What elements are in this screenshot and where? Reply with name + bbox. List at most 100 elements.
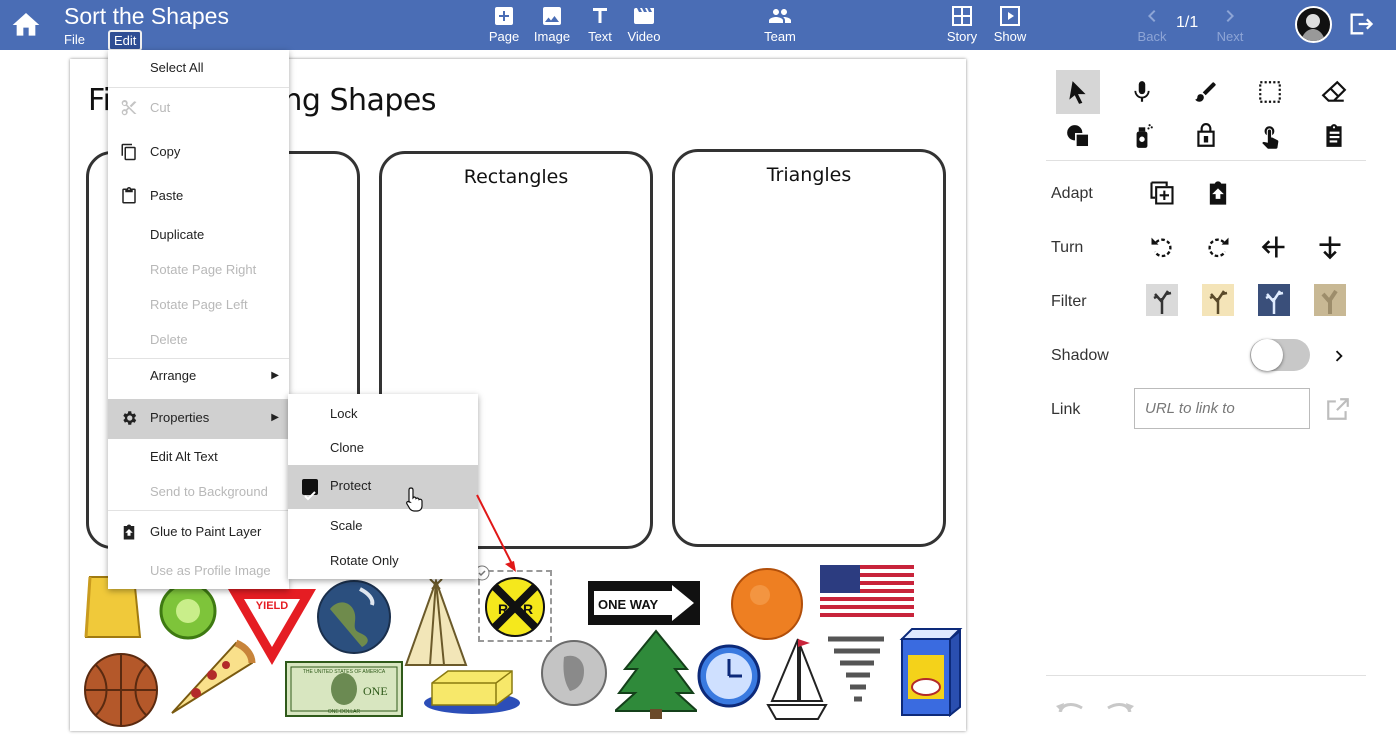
tool-fill[interactable] (1184, 114, 1228, 158)
submenu-scale[interactable]: Scale (288, 506, 478, 546)
avatar[interactable] (1295, 6, 1332, 43)
menu-rotate-page-left[interactable]: Rotate Page Left (108, 287, 289, 323)
menu-cut[interactable]: Cut (108, 90, 289, 126)
shadow-label: Shadow (1051, 347, 1109, 364)
pine-tree-image[interactable] (615, 629, 697, 721)
tornado-image[interactable] (824, 631, 888, 715)
add-copy-icon[interactable] (1148, 179, 1176, 207)
tool-clipboard[interactable] (1312, 114, 1356, 158)
butter-image[interactable] (422, 665, 522, 715)
undo-icon[interactable] (1056, 698, 1086, 712)
cereal-box-image[interactable] (896, 625, 964, 719)
show-button[interactable]: Show (992, 4, 1028, 44)
team-button[interactable]: Team (762, 4, 798, 44)
chevron-right-icon[interactable] (1328, 345, 1348, 365)
add-text-button[interactable]: Text (584, 4, 616, 44)
submenu-rotate-only-label: Rotate Only (330, 553, 399, 568)
menu-use-as-profile-image[interactable]: Use as Profile Image (108, 553, 289, 589)
edit-menu-button[interactable]: Edit (108, 30, 143, 51)
next-label: Next (1216, 29, 1244, 44)
us-flag-image[interactable] (820, 565, 914, 617)
hand-cursor-icon (406, 487, 423, 512)
submenu-protect[interactable]: Protect (288, 465, 478, 509)
menu-properties[interactable]: Properties ▶ (108, 399, 289, 439)
home-button[interactable] (10, 9, 42, 41)
document-title[interactable]: Sort the Shapes (64, 3, 229, 30)
glue-icon[interactable] (1204, 178, 1232, 208)
tool-marquee[interactable] (1248, 70, 1292, 114)
link-label: Link (1051, 401, 1081, 418)
menu-edit-alt-text-label: Edit Alt Text (150, 449, 218, 464)
tool-touch[interactable] (1248, 114, 1292, 158)
rotate-left-icon[interactable] (1148, 233, 1176, 261)
railroad-crossing-sign-image[interactable]: RR (484, 576, 546, 638)
menu-duplicate[interactable]: Duplicate (108, 217, 289, 253)
open-link-icon[interactable] (1325, 396, 1351, 422)
submenu-clone[interactable]: Clone (288, 428, 478, 468)
add-image-button[interactable]: Image (532, 4, 572, 44)
exit-button[interactable] (1347, 9, 1375, 44)
file-menu[interactable]: File (64, 32, 85, 47)
tool-eraser[interactable] (1312, 70, 1356, 114)
tool-shapes[interactable] (1056, 114, 1100, 158)
link-url-input[interactable] (1134, 388, 1310, 429)
one-way-sign-image[interactable]: ONE WAY (588, 581, 700, 625)
menu-send-to-background[interactable]: Send to Background (108, 474, 289, 510)
menu-rotate-page-right-label: Rotate Page Right (150, 262, 257, 277)
submenu-protect-label: Protect (330, 478, 372, 493)
menu-divider (108, 87, 289, 88)
home-icon (12, 13, 40, 36)
menu-rotate-page-right[interactable]: Rotate Page Right (108, 252, 289, 288)
chevron-right-icon (1226, 10, 1234, 22)
menu-glue-to-paint-layer[interactable]: Glue to Paint Layer (108, 514, 289, 550)
add-page-button[interactable]: Page (488, 4, 520, 44)
glue-icon (123, 524, 135, 540)
marquee-select-icon (1259, 81, 1281, 103)
next-button[interactable]: Next (1212, 4, 1248, 44)
tool-select[interactable] (1056, 70, 1100, 114)
menu-paste[interactable]: Paste (108, 178, 289, 214)
add-video-button[interactable]: Video (626, 4, 662, 44)
clock-image[interactable] (696, 643, 762, 709)
clipboard-icon (1326, 124, 1342, 147)
protect-checkbox[interactable] (302, 479, 318, 501)
quarter-coin-image[interactable] (540, 639, 610, 709)
edit-dropdown-menu: Select All Cut Copy Paste Duplicate Rota… (108, 50, 289, 589)
video-icon (634, 8, 654, 24)
filter-label: Filter (1051, 293, 1087, 310)
sailboat-image[interactable] (766, 635, 828, 721)
teepee-image[interactable] (402, 577, 472, 671)
tool-paint[interactable] (1184, 70, 1228, 114)
pizza-slice-image[interactable] (166, 637, 256, 719)
rotate-right-icon[interactable] (1204, 233, 1232, 261)
tool-spray[interactable] (1120, 114, 1164, 158)
tool-record[interactable] (1120, 70, 1164, 114)
flip-horizontal-icon[interactable] (1260, 233, 1288, 261)
filter-grayscale-icon[interactable] (1146, 284, 1178, 316)
menu-delete[interactable]: Delete (108, 322, 289, 358)
flip-vertical-icon[interactable] (1316, 233, 1344, 261)
menu-arrange[interactable]: Arrange ▶ (108, 358, 289, 394)
filter-invert-icon[interactable] (1258, 284, 1290, 316)
basketball-image[interactable] (82, 651, 160, 729)
add-video-label: Video (627, 29, 661, 44)
earth-image[interactable] (316, 579, 392, 655)
play-icon (1000, 6, 1020, 26)
lime-image[interactable] (158, 581, 218, 641)
back-button[interactable]: Back (1134, 4, 1170, 44)
menu-use-as-profile-image-label: Use as Profile Image (150, 563, 271, 578)
menu-copy[interactable]: Copy (108, 134, 289, 170)
menu-send-to-background-label: Send to Background (150, 484, 268, 499)
sorting-box-triangles[interactable]: Triangles (672, 149, 946, 547)
submenu-rotate-only[interactable]: Rotate Only (288, 541, 478, 581)
dollar-bill-image[interactable]: THE UNITED STATES OF AMERICA ONE ONE DOLLA… (285, 661, 403, 717)
filter-sepia-icon[interactable] (1202, 284, 1234, 316)
menu-duplicate-label: Duplicate (150, 227, 205, 242)
menu-select-all[interactable]: Select All (108, 50, 289, 86)
add-text-label: Text (588, 29, 612, 44)
orange-image[interactable] (730, 565, 806, 641)
redo-icon[interactable] (1104, 698, 1134, 712)
menu-edit-alt-text[interactable]: Edit Alt Text (108, 439, 289, 475)
filter-blur-icon[interactable] (1314, 284, 1346, 316)
story-button[interactable]: Story (944, 4, 980, 44)
